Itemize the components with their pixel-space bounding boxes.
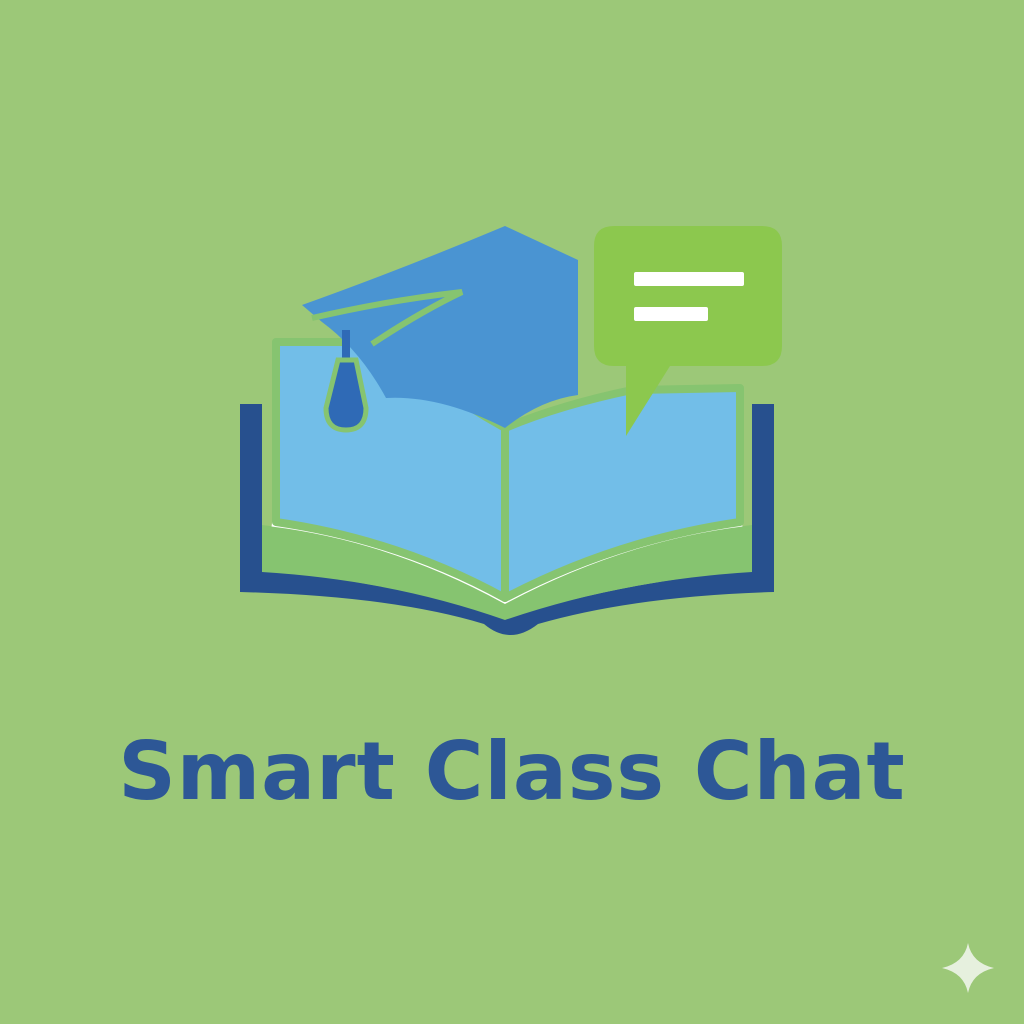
- logo-canvas: Smart Class Chat: [0, 0, 1024, 1024]
- sparkle-icon: [942, 943, 994, 993]
